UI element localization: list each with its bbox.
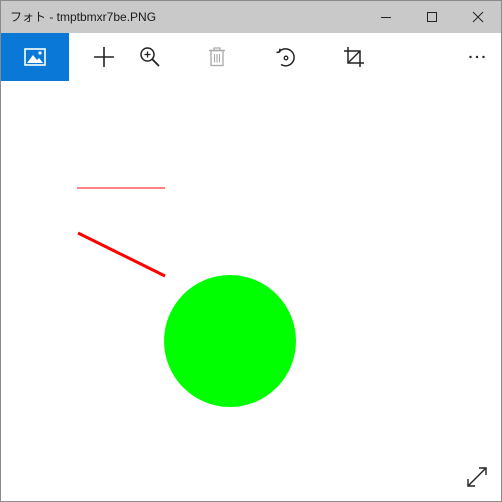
minimize-icon [381, 17, 391, 18]
delete-button[interactable] [193, 33, 241, 81]
zoom-in-icon [140, 47, 160, 67]
photo-icon [24, 48, 46, 66]
window-controls [363, 1, 501, 33]
collection-button[interactable] [1, 33, 69, 81]
rotate-icon [276, 48, 295, 67]
ellipsis-icon [469, 55, 485, 59]
fullscreen-button[interactable] [459, 459, 495, 495]
add-button[interactable] [80, 33, 128, 81]
toolbar [1, 33, 501, 81]
green-circle [164, 275, 296, 407]
maximize-button[interactable] [409, 1, 455, 33]
image-viewer-canvas[interactable] [1, 81, 501, 501]
expand-icon [467, 467, 487, 487]
crop-icon [344, 47, 364, 67]
more-button[interactable] [453, 33, 501, 81]
rotate-button[interactable] [262, 33, 310, 81]
maximize-icon [427, 12, 437, 22]
photos-app-window: フォト - tmptbmxr7be.PNG [0, 0, 502, 502]
close-button[interactable] [455, 1, 501, 33]
displayed-image [77, 187, 296, 407]
crop-button[interactable] [330, 33, 378, 81]
thick-red-line [77, 231, 166, 278]
zoom-button[interactable] [126, 33, 174, 81]
window-title: フォト - tmptbmxr7be.PNG [10, 10, 157, 24]
title-bar[interactable]: フォト - tmptbmxr7be.PNG [1, 1, 501, 33]
close-icon [472, 11, 484, 23]
trash-icon [209, 47, 225, 67]
plus-icon [94, 47, 114, 67]
minimize-button[interactable] [363, 1, 409, 33]
